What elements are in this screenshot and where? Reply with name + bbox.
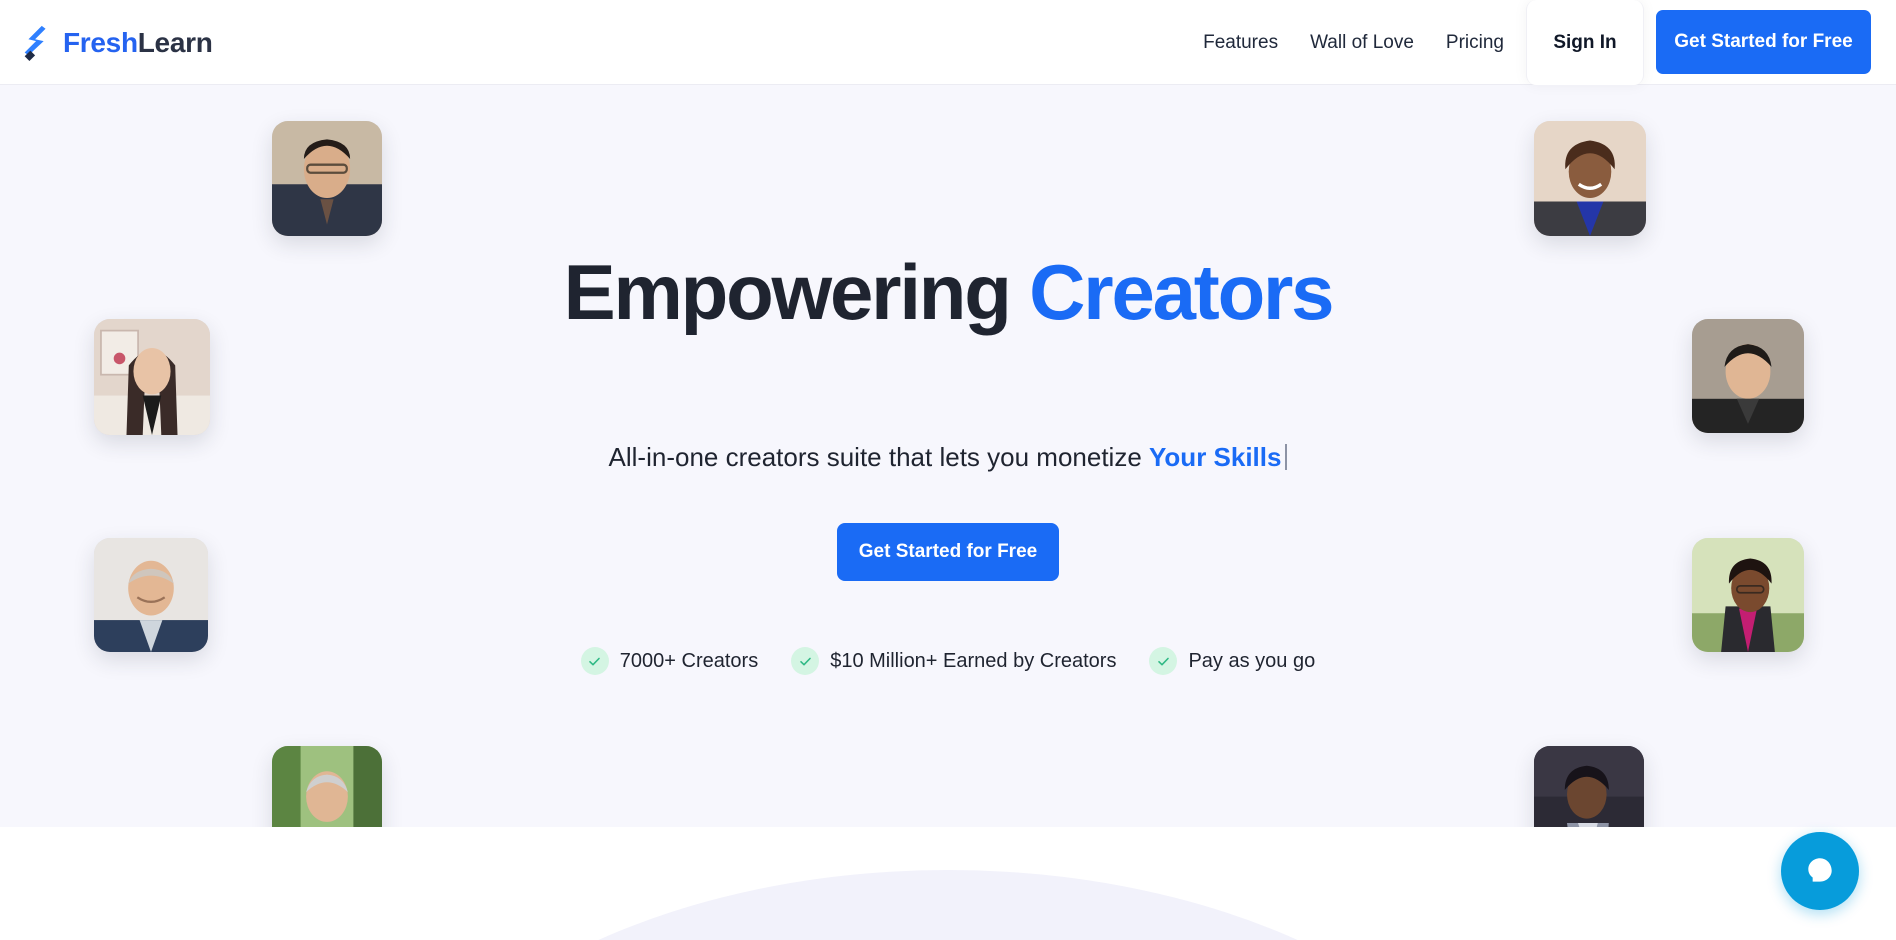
primary-nav: Features Wall of Love Pricing [1187, 0, 1526, 84]
avatar-mid-left-lower [94, 538, 208, 652]
brand-name-second: Learn [137, 26, 213, 58]
check-glyph [589, 657, 601, 665]
badge-label: $10 Million+ Earned by Creators [830, 649, 1117, 672]
hero-headline-plain: Empowering [563, 248, 1030, 336]
check-icon [791, 647, 820, 675]
site-header: FreshLearn Features Wall of Love Pricing… [0, 0, 1896, 85]
nav-link-pricing[interactable]: Pricing [1430, 0, 1520, 85]
hero-subheadline: All-in-one creators suite that lets you … [0, 441, 1896, 475]
header-get-started-button[interactable]: Get Started for Free [1656, 10, 1871, 74]
chat-widget-button[interactable] [1781, 832, 1859, 910]
avatar-image [1692, 319, 1804, 433]
badge-earnings: $10 Million+ Earned by Creators [791, 647, 1116, 675]
badge-label: Pay as you go [1188, 649, 1316, 672]
badge-pricing-model: Pay as you go [1149, 647, 1315, 675]
hero-sub-typed-text: Your Skills [1149, 442, 1282, 472]
nav-link-wall-of-love[interactable]: Wall of Love [1294, 0, 1430, 85]
avatar-image [94, 319, 210, 435]
brand-logo[interactable]: FreshLearn [0, 0, 213, 85]
avatar-image [1692, 538, 1804, 652]
avatar-mid-right-upper [1692, 319, 1804, 433]
decorative-arc [358, 870, 1538, 940]
badge-label: 7000+ Creators [619, 649, 759, 672]
avatar-image [272, 121, 382, 236]
brand-name: FreshLearn [63, 27, 213, 59]
avatar-image [1534, 121, 1646, 236]
brand-name-first: Fresh [63, 26, 138, 58]
hero-section: Empowering Creators All-in-one creators … [0, 85, 1896, 827]
avatar-bottom-left [272, 746, 382, 827]
sign-in-button[interactable]: Sign In [1526, 0, 1644, 85]
avatar-image [272, 746, 382, 827]
nav-link-features[interactable]: Features [1187, 0, 1294, 85]
avatar-image [1534, 746, 1644, 827]
check-icon [1149, 647, 1178, 675]
hero-sub-prefix: All-in-one creators suite that lets you … [608, 442, 1150, 472]
avatar-mid-right-lower [1692, 538, 1804, 652]
hero-badge-row: 7000+ Creators $10 Million+ Earned by Cr… [0, 647, 1896, 675]
badge-creators-count: 7000+ Creators [580, 647, 759, 675]
hero-content: Empowering Creators All-in-one creators … [0, 85, 1896, 827]
header-right-group: Features Wall of Love Pricing Sign In Ge… [1187, 0, 1896, 85]
hero-headline-accent: Creators [1029, 248, 1334, 336]
avatar-image [94, 538, 208, 652]
chat-bubble-icon [1808, 858, 1832, 882]
hero-get-started-button[interactable]: Get Started for Free [837, 523, 1059, 581]
typewriter-caret [1285, 444, 1288, 470]
check-icon [580, 647, 609, 675]
hero-headline: Empowering Creators [0, 253, 1896, 331]
check-glyph [799, 657, 811, 665]
below-hero-section [0, 827, 1896, 940]
check-glyph [1158, 657, 1169, 665]
avatar-top-right [1534, 121, 1646, 236]
avatar-top-left [272, 121, 382, 236]
avatar-mid-left-upper [94, 319, 210, 435]
avatar-bottom-right [1534, 746, 1644, 827]
freshlearn-bolt-logo-icon [24, 25, 46, 61]
landing-page: FreshLearn Features Wall of Love Pricing… [0, 0, 1896, 940]
